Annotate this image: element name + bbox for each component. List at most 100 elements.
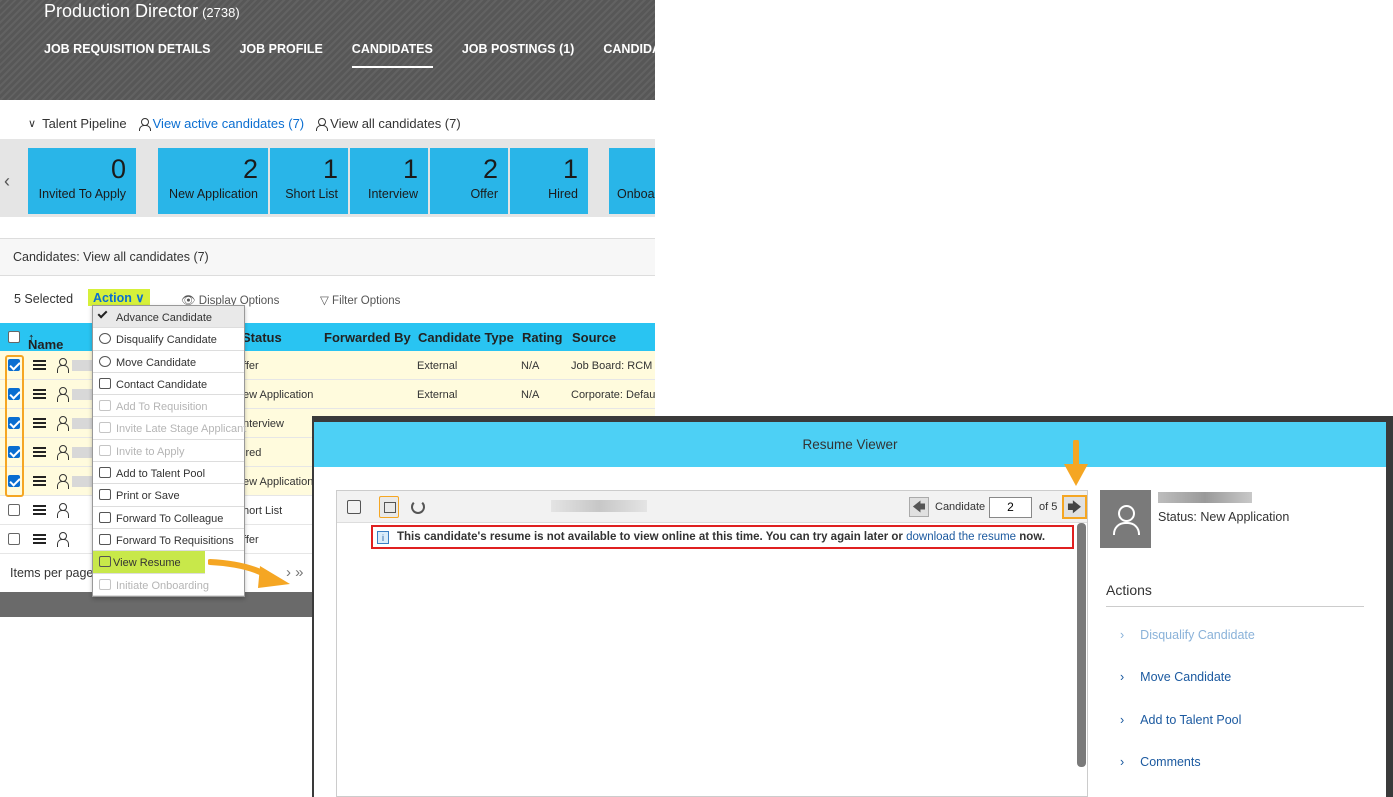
row-menu-icon[interactable] [33,476,46,486]
tab-job-profile[interactable]: JOB PROFILE [239,42,322,68]
candidate-total-label: of 5 [1039,501,1058,513]
tile-hired[interactable]: 1 Hired [510,148,588,214]
vertical-scrollbar[interactable] [1077,523,1086,767]
document-icon [99,556,111,568]
menu-item-add-to-talent-pool[interactable]: Add to Talent Pool [93,462,244,485]
talent-pipeline-bar: ∨ Talent Pipeline View active candidates… [28,116,461,131]
menu-item-forward-to-requisitions[interactable]: Forward To Requisitions [93,529,244,552]
next-candidate-button[interactable]: 🡆 [1062,495,1087,519]
row-checkbox[interactable] [8,504,20,516]
menu-item-move-candidate[interactable]: Move Candidate [93,351,244,373]
person-icon [57,445,69,460]
candidate-name-redacted [72,476,92,487]
document-name-redacted [551,500,647,512]
select-all-checkbox[interactable] [8,331,20,343]
info-icon: i [377,531,389,544]
menu-item-view-resume[interactable]: View Resume [93,551,205,574]
row-menu-icon[interactable] [33,505,46,515]
person-icon [57,387,69,402]
action-add-to-talent-pool[interactable]: › Add to Talent Pool [1120,713,1241,727]
action-dropdown-menu: Advance Candidate Disqualify Candidate M… [92,305,246,597]
candidate-index-input[interactable]: 2 [989,497,1032,518]
row-menu-icon[interactable] [33,447,46,457]
resume-viewer-dialog: Resume Viewer 🡄 Candidate 2 of 5 🡆 i Thi… [314,422,1386,797]
view-active-candidates-link[interactable]: View active candidates (7) [153,116,305,131]
col-forwarded-by[interactable]: Forwarded By [324,330,411,345]
col-name[interactable]: Name ↑ [28,330,63,352]
action-menu-button[interactable]: Action ∨ [88,289,150,306]
people-icon [99,400,111,412]
add-user-icon [99,467,111,479]
menu-item-advance-candidate[interactable]: Advance Candidate [93,306,244,329]
callout-arrow-down-icon [1064,440,1088,486]
view-all-candidates-link[interactable]: View all candidates (7) [330,116,461,131]
person-icon [57,358,69,373]
checkbox-callout-box [5,355,24,497]
row-menu-icon[interactable] [33,534,46,544]
col-candidate-type[interactable]: Candidate Type [418,330,514,345]
tile-offer[interactable]: 2 Offer [430,148,508,214]
candidate-name-redacted [72,360,92,371]
action-comments[interactable]: › Comments [1120,755,1201,769]
user-icon [316,117,329,131]
row-checkbox[interactable] [8,533,20,545]
page-title: Production Director (2738) [44,1,240,21]
person-icon [57,474,69,489]
col-rating[interactable]: Rating [522,330,562,345]
items-per-page-label: Items per page [10,566,94,580]
menu-item-print-or-save[interactable]: Print or Save [93,484,244,507]
col-status[interactable]: Status [242,330,282,345]
callout-arrow-icon [208,559,290,588]
menu-item-forward-to-colleague[interactable]: Forward To Colleague [93,507,244,529]
print-icon[interactable] [379,496,399,518]
chevron-left-icon[interactable]: ‹ [4,171,10,192]
row-menu-icon[interactable] [33,360,46,370]
page-header: Production Director (2738) JOB REQUISITIO… [0,0,655,100]
search-document-icon [99,578,111,590]
candidate-name-redacted [72,418,92,429]
forward-icon [99,533,111,545]
tile-new-application[interactable]: 2 New Application [158,148,268,214]
person-icon [57,503,69,518]
people-icon [99,444,111,456]
menu-item-disqualify-candidate[interactable]: Disqualify Candidate [93,328,244,351]
chevron-right-icon: › [1120,755,1125,769]
collapse-chevron-icon[interactable]: ∨ [28,117,36,130]
tile-invited-to-apply[interactable]: 0 Invited To Apply [28,148,136,214]
candidate-name-redacted [1158,492,1252,503]
tile-interview[interactable]: 1 Interview [350,148,428,214]
candidate-status: Status: New Application [1158,510,1290,524]
tile-onboarding[interactable]: Onboa [609,148,655,214]
candidate-name-redacted [72,447,92,458]
filter-options-button[interactable]: ▽ Filter Options [320,293,400,307]
download-resume-link[interactable]: download the resume [906,531,1016,543]
resume-document-pane: 🡄 Candidate 2 of 5 🡆 i This candidate's … [336,490,1088,797]
candidate-label: Candidate [935,501,986,513]
user-icon [138,117,151,131]
chevron-right-icon: › [1120,628,1125,642]
save-icon[interactable] [347,500,361,514]
actions-heading: Actions [1106,582,1152,598]
divider [1106,606,1364,607]
tab-candidate-s[interactable]: CANDIDATE S [603,42,655,68]
menu-item-invite-late-stage: Invite Late Stage Applicant [93,417,246,440]
action-move-candidate[interactable]: › Move Candidate [1120,670,1231,684]
chevron-right-icon: › [1120,670,1125,684]
refresh-icon[interactable] [411,500,425,514]
action-disqualify-candidate[interactable]: › Disqualify Candidate [1120,628,1255,642]
minus-circle-icon [99,333,111,345]
tab-job-requisition-details[interactable]: JOB REQUISITION DETAILS [44,42,210,68]
talent-pipeline-label[interactable]: Talent Pipeline [42,116,127,131]
menu-item-invite-to-apply: Invite to Apply [93,440,244,463]
tab-candidates[interactable]: CANDIDATES [351,42,433,68]
menu-item-contact-candidate[interactable]: Contact Candidate [93,373,244,396]
candidate-side-panel: Status: New Application Actions › Disqual… [1100,490,1380,797]
tab-job-postings[interactable]: JOB POSTINGS (1) [462,42,575,68]
col-source[interactable]: Source [572,330,616,345]
previous-candidate-button[interactable]: 🡄 [909,497,929,517]
avatar [1100,490,1151,548]
tile-short-list[interactable]: 1 Short List [270,148,348,214]
row-menu-icon[interactable] [33,389,46,399]
people-icon [99,422,111,434]
row-menu-icon[interactable] [33,418,46,428]
